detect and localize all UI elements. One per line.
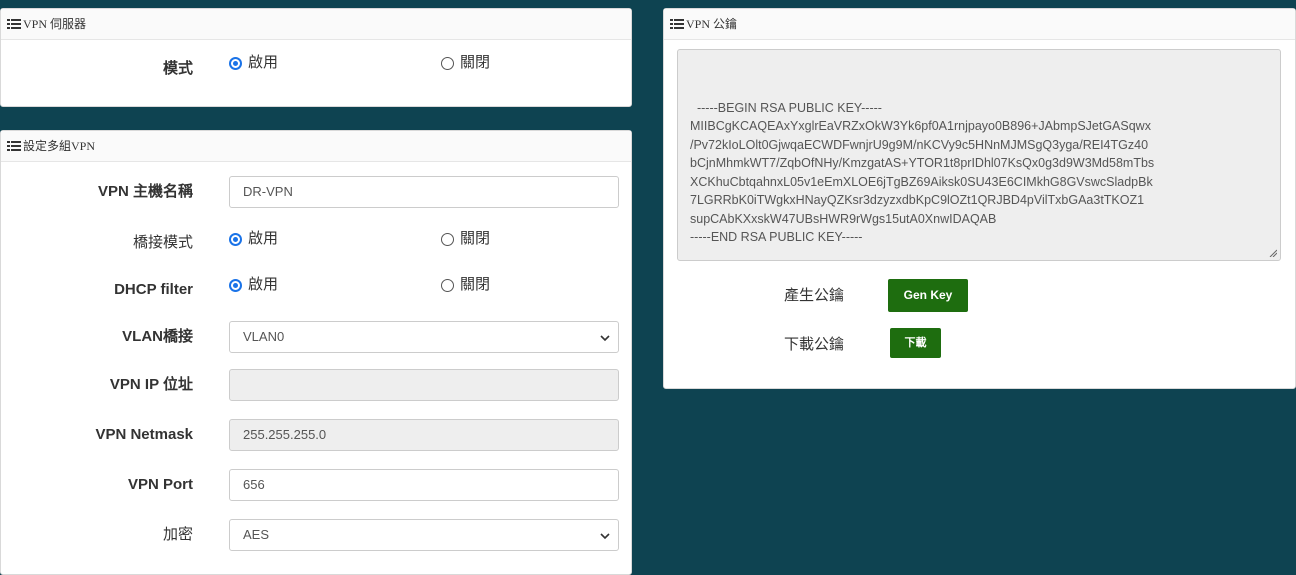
public-key-header: VPN 公鑰 bbox=[664, 9, 1295, 40]
vpn-server-panel: VPN 伺服器 模式 啟用 關閉 bbox=[0, 8, 632, 107]
ip-label: VPN IP 位址 bbox=[109, 376, 193, 393]
radio-unchecked-icon[interactable] bbox=[441, 278, 454, 292]
netmask-input[interactable]: 255.255.255.0 bbox=[229, 419, 619, 451]
bridge-enable-radio[interactable]: 啟用 bbox=[229, 229, 278, 249]
encrypt-select[interactable]: AES bbox=[229, 519, 619, 551]
vlan-select-value: VLAN0 bbox=[243, 329, 285, 344]
dhcp-filter-label-wrap: DHCP filter bbox=[1, 274, 193, 306]
public-key-text: -----BEGIN RSA PUBLIC KEY----- MIIBCgKCA… bbox=[690, 100, 1155, 245]
vlan-label: VLAN橋接 bbox=[122, 328, 193, 345]
dhcp-filter-label: DHCP filter bbox=[114, 281, 193, 298]
list-icon bbox=[7, 19, 21, 29]
netmask-label-wrap: VPN Netmask bbox=[1, 419, 193, 451]
ip-input[interactable] bbox=[229, 369, 619, 401]
port-label-wrap: VPN Port bbox=[1, 469, 193, 501]
hostname-input[interactable]: DR-VPN bbox=[229, 176, 619, 208]
radio-unchecked-icon[interactable] bbox=[441, 232, 454, 246]
mode-disable-label: 關閉 bbox=[460, 54, 491, 71]
netmask-label: VPN Netmask bbox=[95, 426, 193, 443]
bridge-enable-label: 啟用 bbox=[248, 230, 279, 247]
hostname-label: VPN 主機名稱 bbox=[97, 183, 193, 200]
bridge-disable-label: 關閉 bbox=[460, 230, 491, 247]
mode-enable-radio[interactable]: 啟用 bbox=[229, 53, 278, 73]
radio-checked-icon[interactable] bbox=[229, 278, 242, 292]
vpn-server-header: VPN 伺服器 bbox=[1, 9, 631, 40]
ip-label-wrap: VPN IP 位址 bbox=[1, 369, 193, 401]
dhcp-enable-label: 啟用 bbox=[248, 276, 279, 293]
public-key-title: VPN 公鑰 bbox=[686, 17, 738, 31]
bridge-mode-label-wrap: 橋接模式 bbox=[1, 227, 193, 259]
bridge-mode-label: 橋接模式 bbox=[132, 234, 193, 251]
encrypt-label: 加密 bbox=[162, 526, 193, 543]
public-key-textarea[interactable]: -----BEGIN RSA PUBLIC KEY----- MIIBCgKCA… bbox=[677, 49, 1281, 261]
vlan-select[interactable]: VLAN0 bbox=[229, 321, 619, 353]
port-input[interactable]: 656 bbox=[229, 469, 619, 501]
multi-vpn-title: 設定多組VPN bbox=[23, 139, 96, 153]
dhcp-enable-radio[interactable]: 啟用 bbox=[229, 275, 278, 295]
resize-grip-icon[interactable] bbox=[1269, 249, 1277, 257]
vlan-label-wrap: VLAN橋接 bbox=[1, 321, 193, 353]
radio-unchecked-icon[interactable] bbox=[441, 56, 454, 70]
list-icon bbox=[7, 141, 21, 151]
chevron-down-icon bbox=[600, 335, 610, 342]
encrypt-label-wrap: 加密 bbox=[1, 519, 193, 551]
multi-vpn-panel: 設定多組VPN VPN 主機名稱 DR-VPN 橋接模式 啟用 關閉 DHCP … bbox=[0, 130, 632, 575]
radio-checked-icon[interactable] bbox=[229, 232, 242, 246]
gen-key-label: 產生公鑰 bbox=[784, 287, 845, 304]
mode-label: 模式 bbox=[162, 60, 193, 77]
mode-enable-label: 啟用 bbox=[248, 54, 279, 71]
hostname-label-wrap: VPN 主機名稱 bbox=[1, 176, 193, 208]
mode-disable-radio[interactable]: 關閉 bbox=[441, 53, 490, 73]
encrypt-select-value: AES bbox=[243, 527, 270, 542]
radio-checked-icon[interactable] bbox=[229, 56, 242, 70]
list-icon bbox=[670, 19, 684, 29]
multi-vpn-header: 設定多組VPN bbox=[1, 131, 631, 162]
download-key-button[interactable]: 下載 bbox=[890, 328, 941, 358]
mode-label-wrap: 模式 bbox=[1, 53, 193, 85]
vpn-server-title: VPN 伺服器 bbox=[23, 17, 87, 31]
dhcp-disable-label: 關閉 bbox=[460, 276, 491, 293]
bridge-disable-radio[interactable]: 關閉 bbox=[441, 229, 490, 249]
download-key-label: 下載公鑰 bbox=[784, 336, 845, 353]
gen-key-button[interactable]: Gen Key bbox=[888, 279, 968, 312]
dhcp-disable-radio[interactable]: 關閉 bbox=[441, 275, 490, 295]
port-label: VPN Port bbox=[127, 476, 193, 493]
chevron-down-icon bbox=[600, 533, 610, 540]
